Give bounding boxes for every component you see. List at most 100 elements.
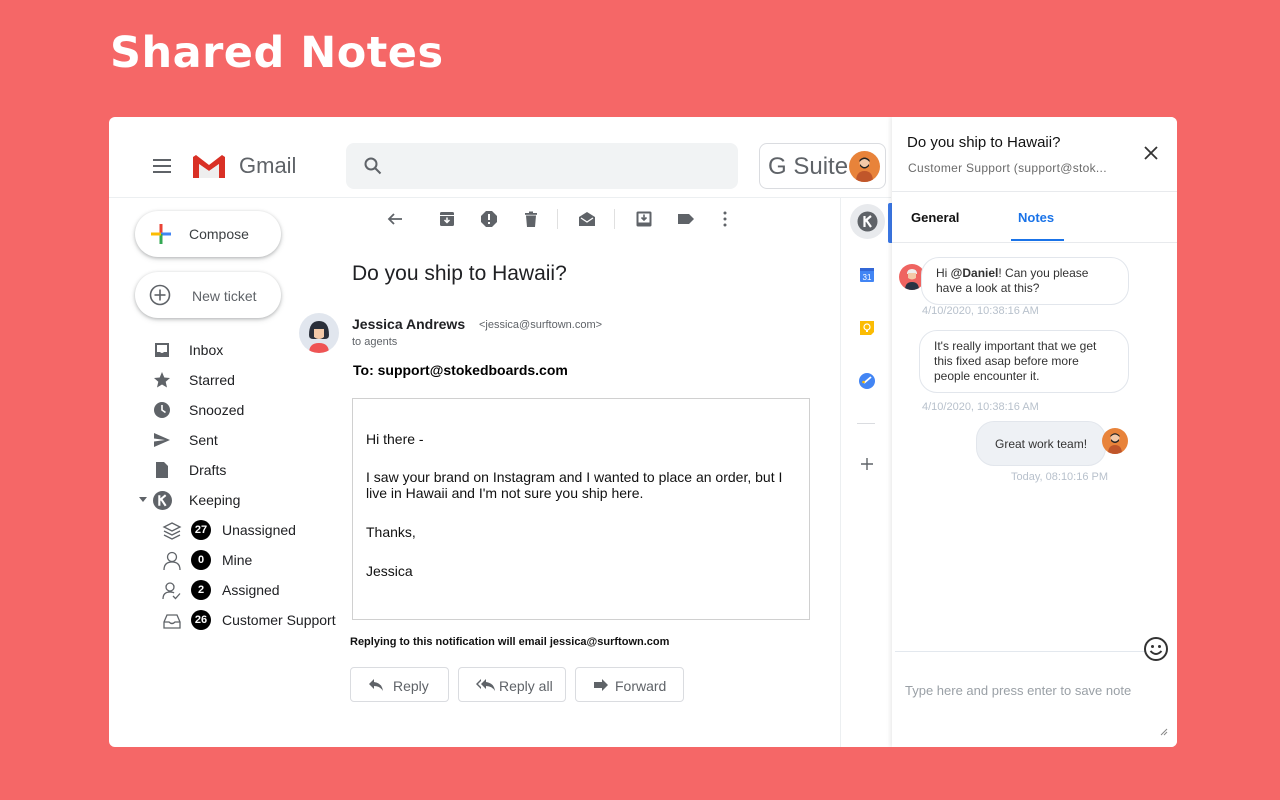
back-arrow-icon[interactable] bbox=[386, 210, 404, 228]
divider bbox=[895, 651, 1145, 652]
sidebar-item-label: Mine bbox=[222, 552, 253, 568]
sidebar-item-assigned[interactable]: 2 Assigned bbox=[109, 575, 349, 605]
reply-label: Reply bbox=[393, 678, 429, 694]
star-icon bbox=[154, 372, 170, 388]
reply-all-icon bbox=[476, 679, 495, 691]
person-check-icon bbox=[162, 582, 181, 600]
reply-all-button[interactable]: Reply all bbox=[458, 667, 566, 702]
divider bbox=[892, 191, 1177, 192]
clock-icon bbox=[154, 402, 170, 418]
svg-text:31: 31 bbox=[863, 273, 872, 282]
reply-button[interactable]: Reply bbox=[350, 667, 449, 702]
divider bbox=[892, 242, 1177, 243]
email-body: Hi there - I saw your brand on Instagram… bbox=[352, 398, 810, 620]
more-vert-icon[interactable] bbox=[716, 210, 734, 228]
add-addon-icon[interactable] bbox=[860, 457, 874, 471]
gmail-logo-icon bbox=[193, 155, 225, 178]
new-ticket-button[interactable]: New ticket bbox=[135, 272, 281, 318]
count-badge: 2 bbox=[191, 580, 211, 600]
note-timestamp: 4/10/2020, 10:38:16 AM bbox=[922, 305, 1039, 317]
close-icon[interactable] bbox=[1144, 146, 1158, 160]
recipient-summary[interactable]: to agents bbox=[352, 336, 397, 348]
side-app-rail: 31 bbox=[840, 197, 892, 747]
toolbar-divider bbox=[557, 209, 558, 229]
sidebar-item-snoozed[interactable]: Snoozed bbox=[109, 395, 349, 425]
sender-name: Jessica Andrews bbox=[352, 316, 466, 332]
sidebar-item-mine[interactable]: 0 Mine bbox=[109, 545, 349, 575]
circle-plus-icon bbox=[149, 284, 171, 306]
keeping-addon-button[interactable] bbox=[850, 204, 885, 239]
note-text: It's really important that we get this f… bbox=[934, 339, 1097, 383]
sidebar-item-label: Unassigned bbox=[222, 522, 296, 538]
draft-icon bbox=[156, 462, 168, 478]
tasks-icon[interactable] bbox=[859, 373, 875, 389]
tab-general[interactable]: General bbox=[911, 210, 959, 225]
tab-notes[interactable]: Notes bbox=[1018, 210, 1054, 225]
search-input[interactable] bbox=[346, 143, 738, 189]
notes-panel: Do you ship to Hawaii? Customer Support … bbox=[892, 117, 1177, 747]
panel-subtitle: Customer Support (support@stok... bbox=[908, 161, 1107, 175]
emoji-icon[interactable] bbox=[1143, 636, 1169, 662]
note-author-avatar bbox=[1102, 428, 1128, 454]
email-paragraph: I saw your brand on Instagram and I want… bbox=[366, 469, 783, 501]
email-toolbar bbox=[379, 207, 739, 231]
email-signoff: Thanks, bbox=[366, 524, 416, 540]
sidebar-item-starred[interactable]: Starred bbox=[109, 365, 349, 395]
user-avatar[interactable] bbox=[849, 151, 880, 182]
reply-icon bbox=[369, 679, 383, 691]
count-badge: 0 bbox=[191, 550, 211, 570]
menu-icon[interactable] bbox=[153, 159, 171, 173]
compose-button[interactable]: Compose bbox=[135, 211, 281, 257]
compose-label: Compose bbox=[189, 226, 249, 242]
caret-down-icon[interactable] bbox=[139, 497, 147, 502]
plus-icon bbox=[151, 224, 171, 244]
note-input[interactable] bbox=[897, 665, 1172, 741]
active-tab-indicator bbox=[1011, 239, 1064, 241]
inbox-icon bbox=[155, 343, 169, 357]
calendar-icon[interactable]: 31 bbox=[859, 267, 875, 283]
person-icon bbox=[163, 551, 181, 571]
sidebar-item-keeping[interactable]: Keeping bbox=[109, 485, 349, 515]
sidebar-item-label: Assigned bbox=[222, 582, 280, 598]
forward-icon bbox=[594, 679, 608, 691]
label-icon[interactable] bbox=[677, 210, 695, 228]
reply-all-label: Reply all bbox=[499, 678, 553, 694]
gmail-app-name: Gmail bbox=[239, 153, 297, 178]
email-signature: Jessica bbox=[366, 563, 413, 579]
send-icon bbox=[154, 433, 170, 447]
gsuite-account-button[interactable]: G Suite bbox=[759, 143, 886, 189]
sidebar-item-label: Starred bbox=[189, 372, 235, 388]
sidebar-item-customer-support[interactable]: 26 Customer Support bbox=[109, 605, 349, 635]
sidebar-item-unassigned[interactable]: 27 Unassigned bbox=[109, 515, 349, 545]
sender-avatar bbox=[299, 313, 339, 353]
mention[interactable]: @Daniel bbox=[951, 266, 999, 280]
note-text: Hi bbox=[936, 266, 951, 280]
note-timestamp: 4/10/2020, 10:38:16 AM bbox=[922, 401, 1039, 413]
layers-icon bbox=[162, 522, 182, 540]
archive-icon[interactable] bbox=[438, 210, 456, 228]
count-badge: 26 bbox=[191, 610, 211, 630]
note-bubble: Hi @Daniel! Can you please have a look a… bbox=[921, 257, 1129, 305]
keeping-logo-icon bbox=[153, 491, 172, 510]
count-badge: 27 bbox=[191, 520, 211, 540]
delete-icon[interactable] bbox=[522, 210, 540, 228]
app-window: Gmail G Suite Compose New ticket Inbox S… bbox=[109, 117, 1177, 747]
sidebar-item-drafts[interactable]: Drafts bbox=[109, 455, 349, 485]
sender-email: <jessica@surftown.com> bbox=[479, 319, 603, 331]
report-spam-icon[interactable] bbox=[480, 210, 498, 228]
header-divider bbox=[109, 197, 891, 198]
move-to-icon[interactable] bbox=[635, 210, 653, 228]
forward-button[interactable]: Forward bbox=[575, 667, 684, 702]
forward-label: Forward bbox=[615, 678, 667, 694]
new-ticket-label: New ticket bbox=[192, 288, 257, 304]
sidebar-item-sent[interactable]: Sent bbox=[109, 425, 349, 455]
search-icon[interactable] bbox=[364, 157, 382, 175]
sidebar-item-label: Drafts bbox=[189, 462, 227, 478]
email-greeting: Hi there - bbox=[366, 431, 424, 447]
sidebar-item-label: Sent bbox=[189, 432, 218, 448]
rail-divider bbox=[857, 423, 875, 424]
mark-unread-icon[interactable] bbox=[578, 210, 596, 228]
resize-handle-icon[interactable] bbox=[1160, 728, 1168, 736]
keep-icon[interactable] bbox=[859, 320, 875, 336]
hero-title: Shared Notes bbox=[110, 28, 444, 78]
